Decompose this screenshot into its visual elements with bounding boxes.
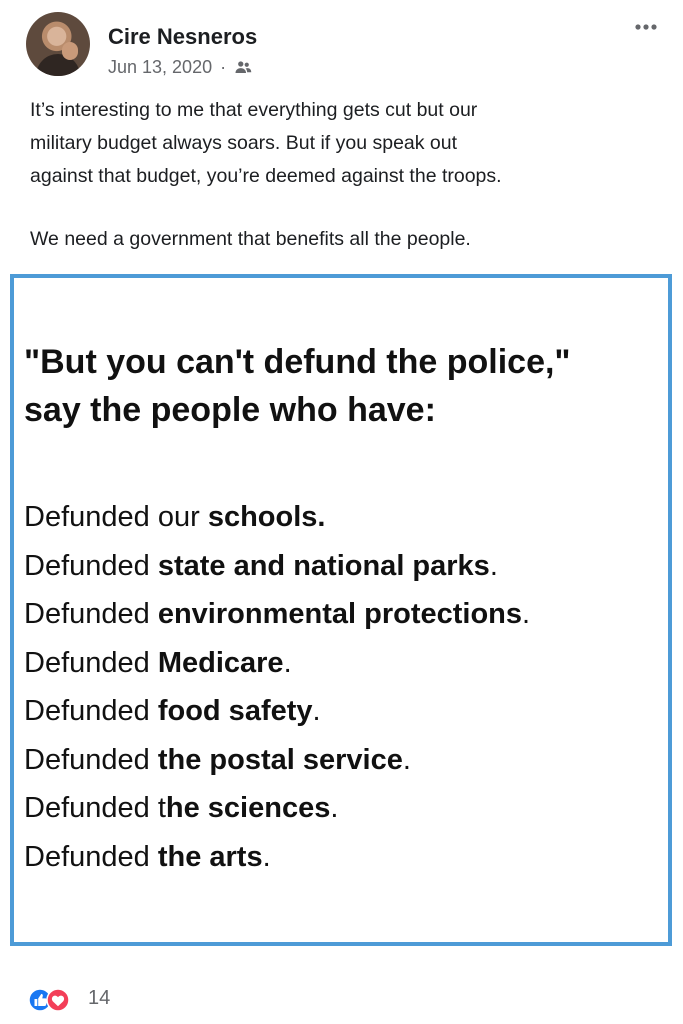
- list-item-bold: environmental protections: [157, 598, 522, 630]
- list-item-prefix: Defunded t: [24, 792, 166, 824]
- image-heading: "But you can't defund the police," say t…: [24, 338, 664, 434]
- reactions-bar[interactable]: 14: [28, 986, 148, 1014]
- list-item-bold: food safety: [157, 695, 313, 727]
- reaction-icons: [28, 988, 70, 1012]
- list-item-prefix: Defunded: [24, 549, 158, 582]
- image-list: Defunded our schools. Defunded state and…: [24, 493, 664, 881]
- post-image[interactable]: "But you can't defund the police," say t…: [10, 274, 672, 946]
- list-item-prefix: Defunded: [24, 598, 158, 630]
- list-item-bold: state and national parks: [157, 549, 490, 582]
- list-item-suffix: .: [283, 646, 292, 679]
- list-item: Defunded food safety.: [24, 687, 664, 736]
- list-item-suffix: .: [489, 549, 498, 582]
- list-item: Defunded Medicare.: [24, 639, 664, 688]
- list-item-bold: the postal service: [157, 743, 403, 776]
- list-item: Defunded state and national parks.: [24, 542, 664, 591]
- caption-line: We need a government that benefits all t…: [30, 228, 471, 250]
- list-item-suffix: .: [330, 792, 339, 824]
- post-caption: It’s interesting to me that everything g…: [30, 94, 656, 256]
- list-item-prefix: Defunded: [24, 695, 158, 727]
- list-item-prefix: Defunded: [24, 840, 158, 873]
- love-icon: [46, 988, 70, 1012]
- list-item-prefix: Defunded: [24, 646, 158, 679]
- meta-separator: ·: [220, 57, 227, 77]
- list-item: Defunded the arts.: [24, 833, 664, 882]
- list-item-prefix: Defunded: [24, 743, 158, 776]
- friends-icon: [235, 61, 252, 73]
- post-meta: Jun 13, 2020 ·: [108, 57, 252, 78]
- list-item-bold: the arts: [157, 840, 263, 873]
- image-heading-line: say the people who have:: [24, 391, 436, 429]
- list-item-suffix: .: [312, 695, 321, 727]
- post-date[interactable]: Jun 13, 2020: [108, 57, 212, 77]
- post-header: Cire Nesneros Jun 13, 2020 ·: [26, 12, 666, 82]
- list-item-bold: schools.: [207, 501, 326, 533]
- caption-line: It’s interesting to me that everything g…: [30, 99, 478, 121]
- list-item: Defunded our schools.: [24, 493, 664, 542]
- list-item-suffix: .: [522, 598, 531, 630]
- author-name[interactable]: Cire Nesneros: [108, 24, 257, 50]
- reaction-count[interactable]: 14: [88, 987, 110, 1010]
- list-item: Defunded environmental protections.: [24, 590, 664, 639]
- list-item-suffix: .: [262, 840, 271, 873]
- list-item-bold: Medicare: [157, 646, 284, 679]
- list-item: Defunded the postal service.: [24, 736, 664, 785]
- caption-line: against that budget, you’re deemed again…: [30, 165, 502, 187]
- avatar-hand: [62, 42, 78, 60]
- caption-line: military budget always soars. But if you…: [30, 132, 458, 154]
- list-item-bold: he sciences: [165, 792, 331, 824]
- list-item-prefix: Defunded our: [24, 501, 208, 533]
- list-item: Defunded the sciences.: [24, 784, 664, 833]
- list-item-suffix: .: [402, 743, 411, 776]
- image-heading-line: "But you can't defund the police,": [24, 343, 571, 381]
- avatar[interactable]: [26, 12, 90, 76]
- more-options-icon[interactable]: [634, 23, 658, 31]
